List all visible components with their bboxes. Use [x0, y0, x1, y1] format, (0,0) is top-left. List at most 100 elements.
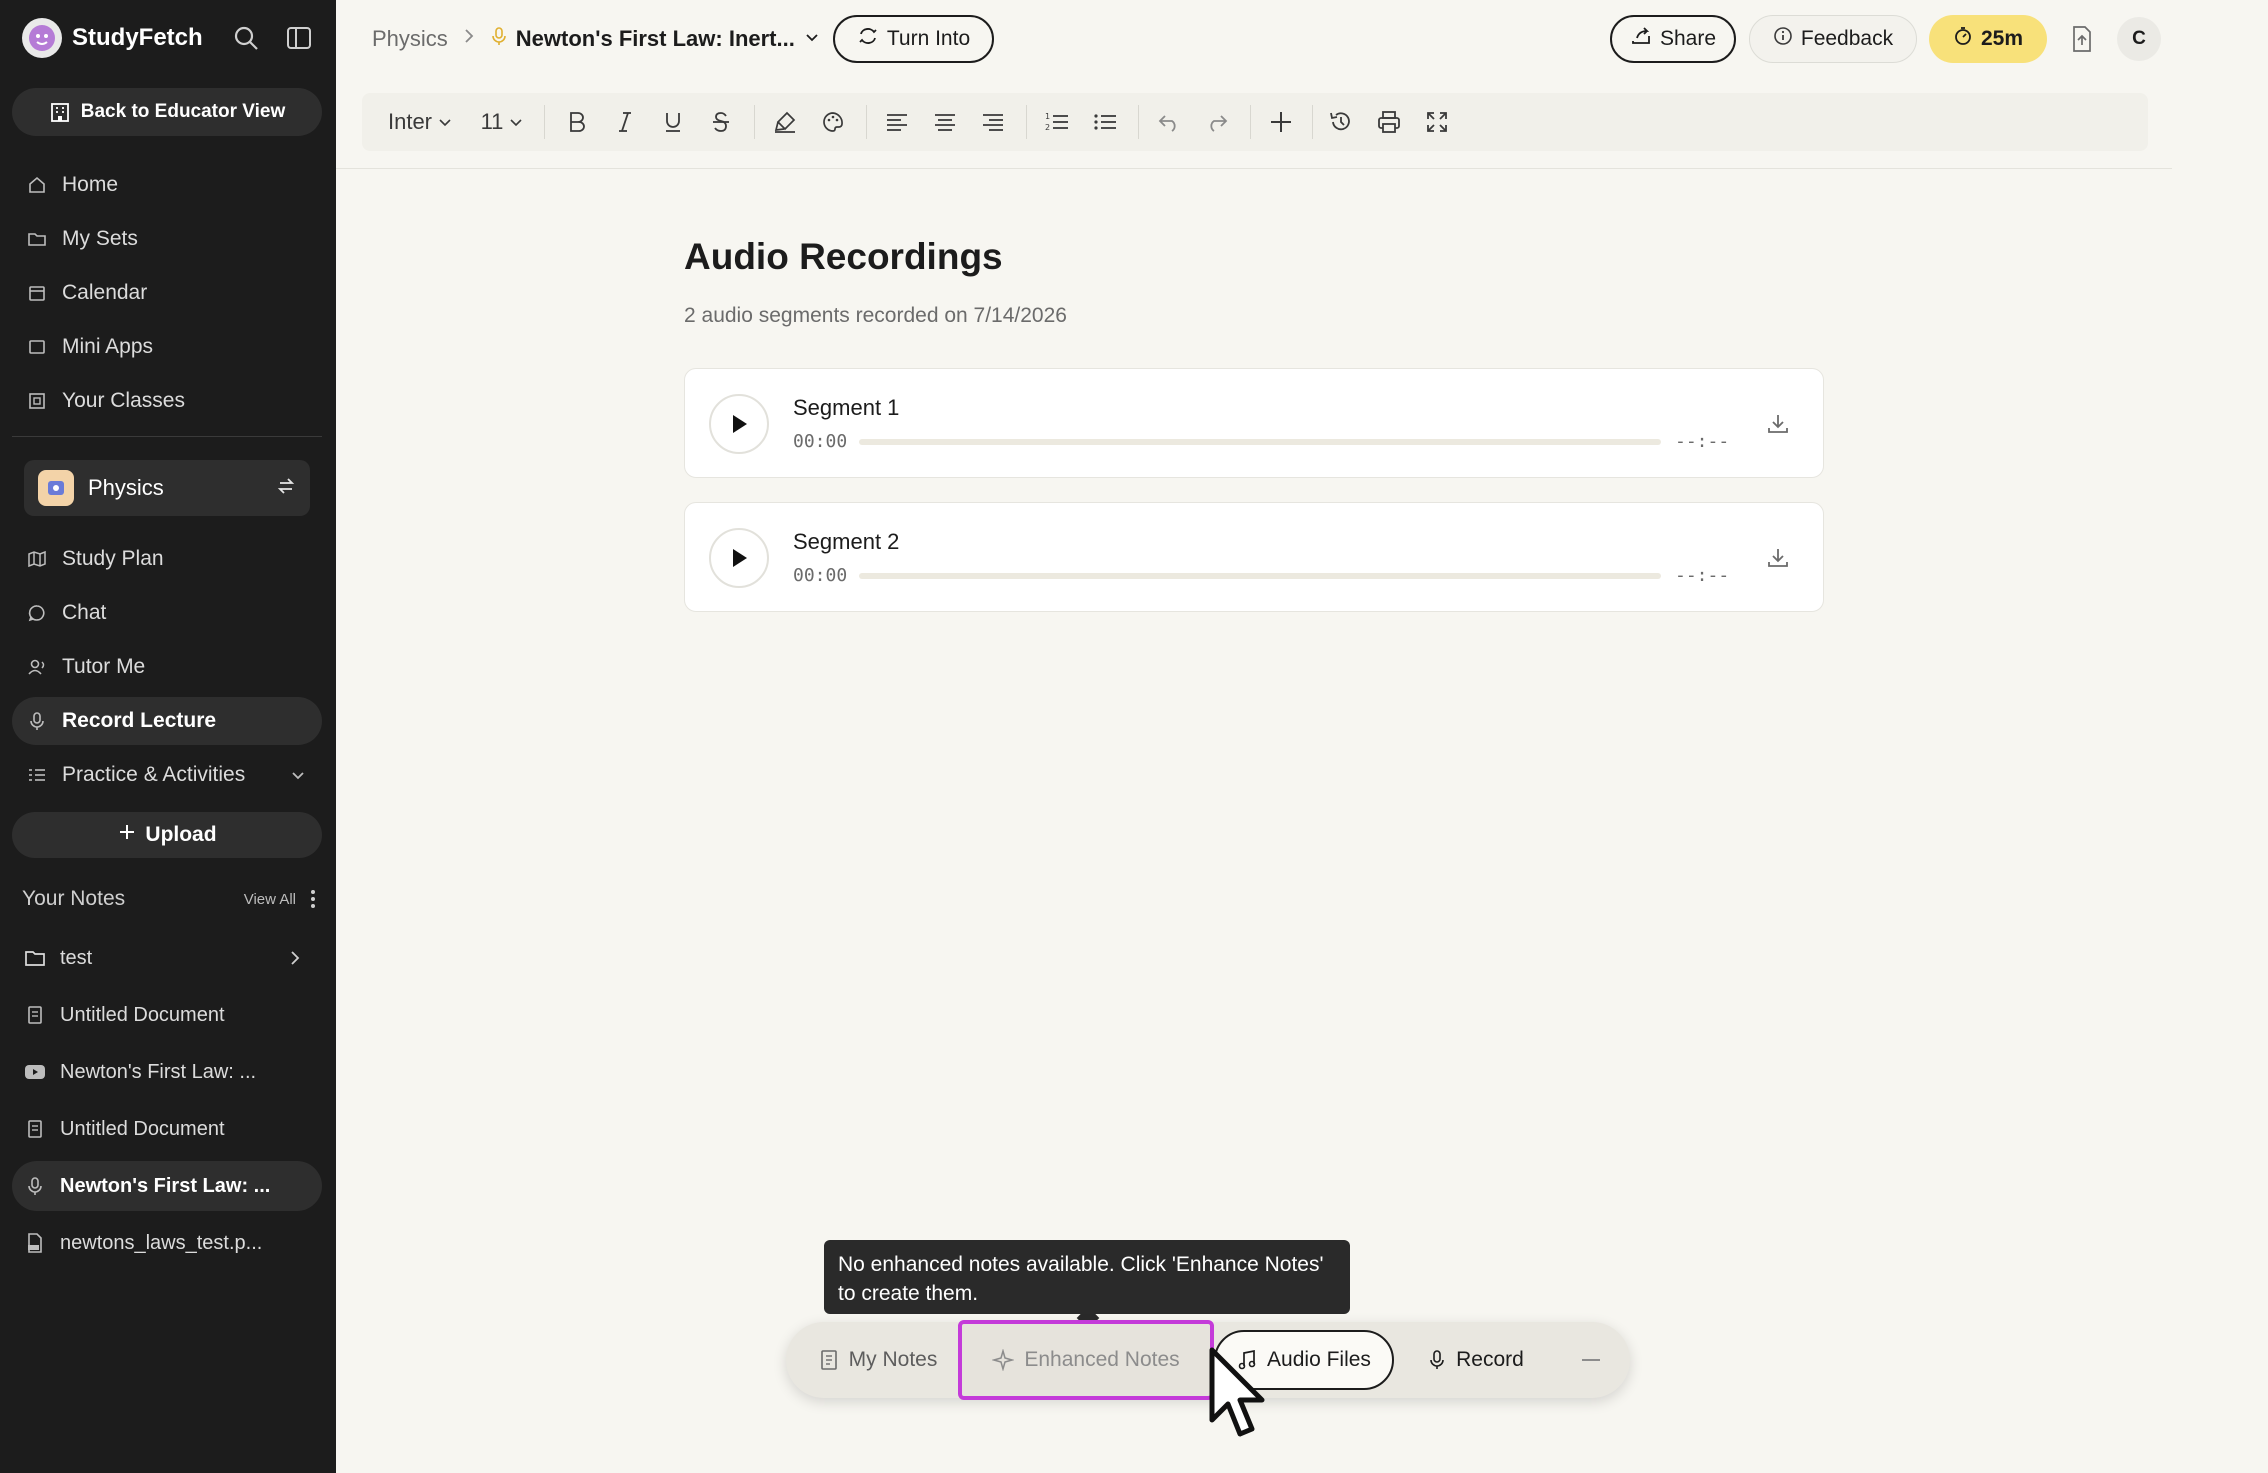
highlighter-icon[interactable]	[766, 103, 804, 141]
page-subtitle: 2 audio segments recorded on 7/14/2026	[684, 304, 1067, 327]
upload-label: Upload	[145, 823, 217, 846]
sidebar-item-label: Your Classes	[62, 389, 185, 412]
chevron-right-icon[interactable]	[286, 948, 304, 974]
stopwatch-icon	[1953, 26, 1973, 52]
document-icon	[24, 1118, 46, 1140]
record-label: Record	[1456, 1348, 1524, 1371]
sidebar-toggle-icon[interactable]	[283, 22, 315, 54]
note-item-folder[interactable]: test	[12, 933, 322, 983]
search-icon[interactable]	[230, 22, 262, 54]
breadcrumb-current-label: Newton's First Law: Inert...	[515, 26, 795, 51]
sidebar-item-label: Chat	[62, 601, 107, 624]
tutor-icon	[26, 656, 48, 678]
note-item[interactable]: newtons_laws_test.p...	[12, 1218, 322, 1268]
segment-duration: --:--	[1675, 565, 1730, 586]
studyfetch-logo-icon	[22, 18, 62, 58]
class-name: Physics	[88, 475, 164, 500]
share-icon	[1630, 26, 1652, 52]
chevron-down-icon	[803, 26, 821, 52]
bold-icon[interactable]	[558, 103, 596, 141]
breadcrumb-root[interactable]: Physics	[372, 26, 448, 52]
window-icon	[26, 336, 48, 358]
numbered-list-icon[interactable]: 12	[1038, 103, 1076, 141]
note-item[interactable]: Newton's First Law: ...	[12, 1047, 322, 1097]
feedback-button[interactable]: Feedback	[1749, 15, 1917, 63]
mic-icon	[1430, 1350, 1444, 1369]
history-icon[interactable]	[1322, 103, 1360, 141]
audio-progress-slider[interactable]	[859, 439, 1661, 445]
play-icon	[733, 549, 747, 567]
sidebar-item-your-classes[interactable]: Your Classes	[12, 377, 322, 425]
sidebar-item-chat[interactable]: Chat	[12, 589, 322, 637]
sidebar-item-label: Practice & Activities	[62, 763, 246, 786]
info-icon	[1773, 26, 1793, 52]
map-icon	[26, 548, 48, 570]
enhanced-notes-tab[interactable]: Enhanced Notes	[958, 1320, 1214, 1400]
align-left-icon[interactable]	[878, 103, 916, 141]
play-button[interactable]	[709, 528, 769, 588]
toolbar-divider	[1312, 105, 1313, 139]
sidebar-item-calendar[interactable]: Calendar	[12, 269, 322, 317]
sidebar-item-home[interactable]: Home	[12, 161, 322, 209]
sidebar-item-label: Tutor Me	[62, 655, 146, 678]
underline-icon[interactable]	[654, 103, 692, 141]
audio-progress-slider[interactable]	[859, 573, 1661, 579]
sidebar-item-study-plan[interactable]: Study Plan	[12, 535, 322, 583]
view-all-link[interactable]: View All	[244, 891, 296, 908]
record-tab[interactable]: Record	[1406, 1330, 1546, 1390]
toolbar-divider	[544, 105, 545, 139]
insert-plus-icon[interactable]	[1262, 103, 1300, 141]
breadcrumb-current[interactable]: Newton's First Law: Inert...	[490, 26, 821, 52]
download-icon[interactable]	[1763, 409, 1793, 439]
notes-icon	[820, 1350, 837, 1370]
italic-icon[interactable]	[606, 103, 644, 141]
toolbar-divider	[1138, 105, 1139, 139]
your-notes-title: Your Notes	[22, 887, 126, 910]
list-icon	[26, 764, 48, 786]
chevron-down-icon	[439, 119, 451, 127]
sidebar-item-my-sets[interactable]: My Sets	[12, 215, 322, 263]
undo-icon[interactable]	[1150, 103, 1188, 141]
minimize-icon[interactable]	[1582, 1359, 1600, 1361]
back-to-educator-button[interactable]: Back to Educator View	[12, 88, 322, 136]
bullet-list-icon[interactable]	[1086, 103, 1124, 141]
redo-icon[interactable]	[1198, 103, 1236, 141]
sidebar-item-practice-activities[interactable]: Practice & Activities	[12, 751, 322, 799]
turn-into-button[interactable]: Turn Into	[833, 15, 994, 63]
chat-icon	[26, 602, 48, 624]
note-item-label: Untitled Document	[60, 1117, 225, 1140]
timer-badge[interactable]: 25m	[1929, 15, 2047, 63]
swap-icon[interactable]	[276, 476, 296, 502]
print-icon[interactable]	[1370, 103, 1408, 141]
note-item-label: newtons_laws_test.p...	[60, 1231, 263, 1254]
note-item-active[interactable]: Newton's First Law: ...	[12, 1161, 322, 1211]
my-notes-tab[interactable]: My Notes	[808, 1330, 948, 1390]
font-family-select[interactable]: Inter	[382, 103, 458, 141]
note-item[interactable]: Untitled Document	[12, 990, 322, 1040]
sidebar: StudyFetch Back to Educator View Home My…	[0, 0, 336, 1473]
plus-icon	[117, 822, 137, 848]
folder-icon	[24, 947, 46, 969]
chevron-down-icon[interactable]	[288, 765, 308, 791]
share-button[interactable]: Share	[1610, 15, 1736, 63]
sidebar-item-mini-apps[interactable]: Mini Apps	[12, 323, 322, 371]
fullscreen-icon[interactable]	[1418, 103, 1456, 141]
class-selector[interactable]: Physics	[24, 460, 310, 516]
more-options-icon[interactable]	[310, 890, 316, 908]
font-size-select[interactable]: 11	[478, 103, 526, 141]
brand[interactable]: StudyFetch	[22, 18, 203, 58]
download-icon[interactable]	[1763, 543, 1793, 573]
align-center-icon[interactable]	[926, 103, 964, 141]
user-avatar[interactable]: C	[2117, 17, 2161, 61]
toolbar-divider	[754, 105, 755, 139]
note-item[interactable]: Untitled Document	[12, 1104, 322, 1154]
sidebar-item-record-lecture[interactable]: Record Lecture	[12, 697, 322, 745]
note-item-label: Newton's First Law: ...	[60, 1174, 271, 1197]
strikethrough-icon[interactable]	[702, 103, 740, 141]
align-right-icon[interactable]	[974, 103, 1012, 141]
sidebar-item-tutor-me[interactable]: Tutor Me	[12, 643, 322, 691]
palette-icon[interactable]	[814, 103, 852, 141]
upload-button[interactable]: Upload	[12, 812, 322, 858]
play-button[interactable]	[709, 394, 769, 454]
export-file-icon[interactable]	[2066, 22, 2098, 56]
